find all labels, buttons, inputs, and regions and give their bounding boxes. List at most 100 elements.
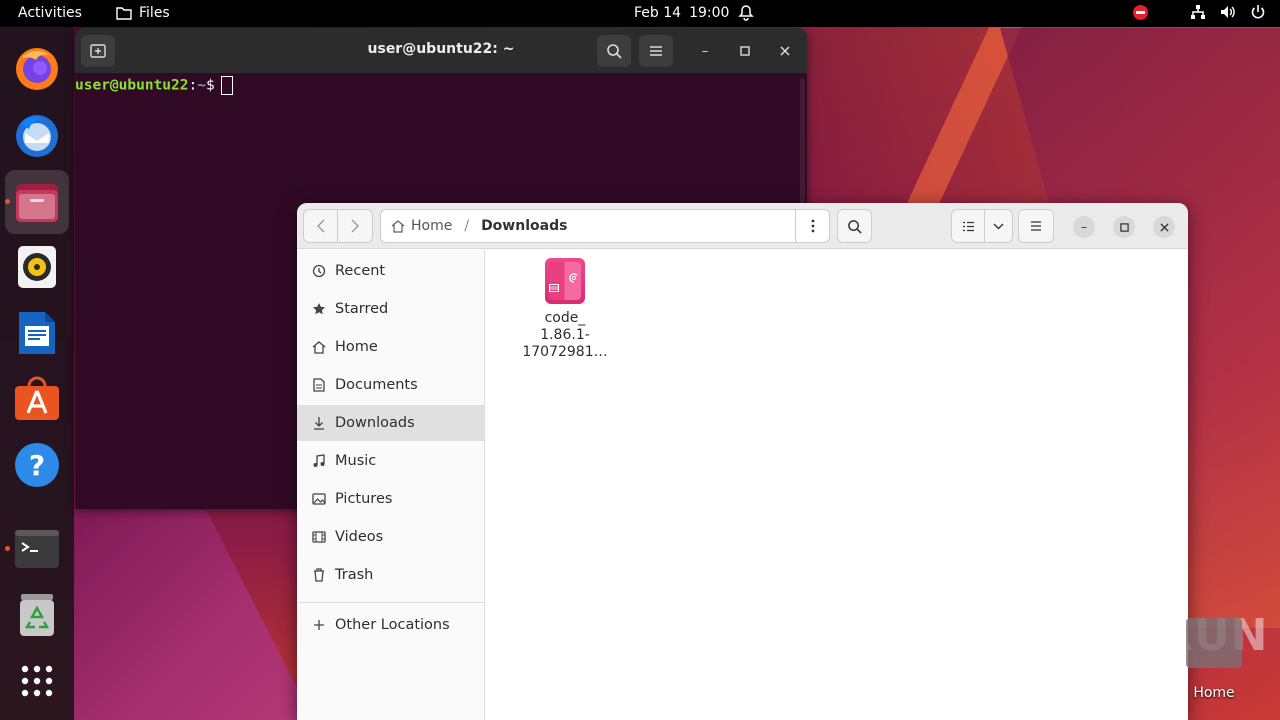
power-icon xyxy=(1251,5,1265,19)
path-bar[interactable]: Home / Downloads xyxy=(380,209,830,243)
search-icon xyxy=(607,44,622,59)
dock-ubuntu-software[interactable] xyxy=(5,367,69,431)
home-folder-icon xyxy=(1186,618,1242,668)
file-name-line: 17072981… xyxy=(522,344,608,360)
app-menu-button[interactable]: Files xyxy=(116,5,170,21)
files-headerbar[interactable]: Home / Downloads – xyxy=(297,203,1188,249)
ubuntu-software-icon xyxy=(15,376,59,420)
clock-icon xyxy=(311,264,327,278)
files-minimize-button[interactable]: – xyxy=(1073,216,1095,238)
svg-text:?: ? xyxy=(29,449,45,482)
sidebar-item-label: Pictures xyxy=(335,491,393,507)
desktop-home-icon[interactable]: Home xyxy=(1184,618,1244,701)
volume-icon xyxy=(1221,6,1235,18)
maximize-icon xyxy=(740,46,750,56)
sidebar-item-label: Documents xyxy=(335,377,418,393)
kebab-icon xyxy=(811,219,814,233)
sidebar-item-label: Recent xyxy=(335,263,386,279)
writer-icon xyxy=(19,312,55,354)
sidebar-item-documents[interactable]: Documents xyxy=(297,367,485,403)
network-icon xyxy=(1191,5,1205,19)
file-name-line: 1.86.1- xyxy=(540,327,590,343)
folder-icon xyxy=(116,7,132,20)
music-icon xyxy=(311,454,327,468)
home-icon xyxy=(311,340,327,354)
search-icon xyxy=(848,219,862,234)
terminal-content[interactable]: user@ubuntu22:~$ xyxy=(75,73,807,95)
activities-button[interactable]: Activities xyxy=(18,5,82,21)
sidebar-item-pictures[interactable]: Pictures xyxy=(297,481,485,517)
download-icon xyxy=(311,416,327,430)
clock-button[interactable]: Feb 14 19:00 xyxy=(634,5,729,21)
terminal-menu-button[interactable] xyxy=(639,35,673,67)
sidebar-item-home[interactable]: Home xyxy=(297,329,485,365)
trash-icon xyxy=(20,594,54,636)
path-home-button[interactable]: Home xyxy=(381,218,452,234)
sidebar-item-recent[interactable]: Recent xyxy=(297,253,485,289)
terminal-cursor xyxy=(220,76,233,95)
hamburger-icon xyxy=(1031,221,1041,231)
sidebar-item-trash[interactable]: Trash xyxy=(297,557,485,593)
do-not-disturb-icon xyxy=(1133,4,1148,20)
close-icon xyxy=(1159,222,1169,232)
maximize-icon xyxy=(1119,222,1129,232)
forward-button[interactable] xyxy=(338,209,373,243)
file-name-line: code_ xyxy=(544,310,586,326)
file-item[interactable]: code_ 1.86.1- 17072981… xyxy=(522,258,608,361)
bell-icon[interactable] xyxy=(738,4,754,25)
grid-icon xyxy=(21,665,53,697)
files-running-indicator xyxy=(5,199,10,204)
back-button[interactable] xyxy=(303,209,338,243)
path-menu-button[interactable] xyxy=(795,210,829,242)
terminal-close-button[interactable] xyxy=(774,40,796,62)
sidebar-item-other-locations[interactable]: Other Locations xyxy=(297,607,485,643)
terminal-icon xyxy=(15,530,59,568)
prompt-colon: : xyxy=(188,77,198,94)
files-search-button[interactable] xyxy=(837,209,872,243)
dock-libreoffice-writer[interactable] xyxy=(5,301,69,365)
document-icon xyxy=(311,378,327,392)
terminal-titlebar[interactable]: user@ubuntu22: ~ – xyxy=(75,28,807,73)
dock-help[interactable]: ? xyxy=(5,433,69,497)
files-maximize-button[interactable] xyxy=(1113,216,1135,238)
date-text: Feb 14 xyxy=(634,5,682,21)
files-sidebar: Recent Starred Home Documents Downloads … xyxy=(297,250,485,720)
time-text: 19:00 xyxy=(689,5,730,21)
star-icon xyxy=(311,302,327,316)
sidebar-item-label: Music xyxy=(335,453,377,469)
app-menu-label: Files xyxy=(139,5,170,21)
dock-files[interactable] xyxy=(5,170,69,234)
terminal-search-button[interactable] xyxy=(597,35,631,67)
files-menu-button[interactable] xyxy=(1018,209,1054,243)
sidebar-item-label: Trash xyxy=(335,567,374,583)
list-view-icon xyxy=(962,221,974,231)
files-close-button[interactable] xyxy=(1153,216,1175,238)
dock-firefox[interactable] xyxy=(5,37,69,101)
dock-thunderbird[interactable] xyxy=(5,103,69,167)
sidebar-item-downloads[interactable]: Downloads xyxy=(297,405,485,441)
video-icon xyxy=(311,531,327,543)
dock-trash[interactable] xyxy=(5,583,69,647)
dock-rhythmbox[interactable] xyxy=(5,235,69,299)
path-current-folder[interactable]: Downloads xyxy=(481,218,567,234)
system-tray[interactable] xyxy=(1133,4,1266,20)
sidebar-item-label: Home xyxy=(335,339,378,355)
view-options-button[interactable] xyxy=(985,209,1013,243)
show-applications-button[interactable] xyxy=(5,649,69,713)
thunderbird-icon xyxy=(16,115,58,157)
terminal-maximize-button[interactable] xyxy=(734,40,756,62)
files-icon xyxy=(16,184,58,222)
close-icon xyxy=(780,46,790,56)
minimize-icon: – xyxy=(1081,220,1087,234)
chevron-left-icon xyxy=(316,219,324,233)
path-home-label: Home xyxy=(411,218,453,234)
file-name: code_ 1.86.1- 17072981… xyxy=(522,310,608,361)
terminal-minimize-button[interactable]: – xyxy=(694,40,716,62)
view-list-button[interactable] xyxy=(951,209,985,243)
rhythmbox-icon xyxy=(18,246,56,288)
sidebar-item-music[interactable]: Music xyxy=(297,443,485,479)
sidebar-item-starred[interactable]: Starred xyxy=(297,291,485,327)
chevron-down-icon xyxy=(993,223,1004,229)
dock-terminal[interactable] xyxy=(5,517,69,581)
sidebar-item-videos[interactable]: Videos xyxy=(297,519,485,555)
